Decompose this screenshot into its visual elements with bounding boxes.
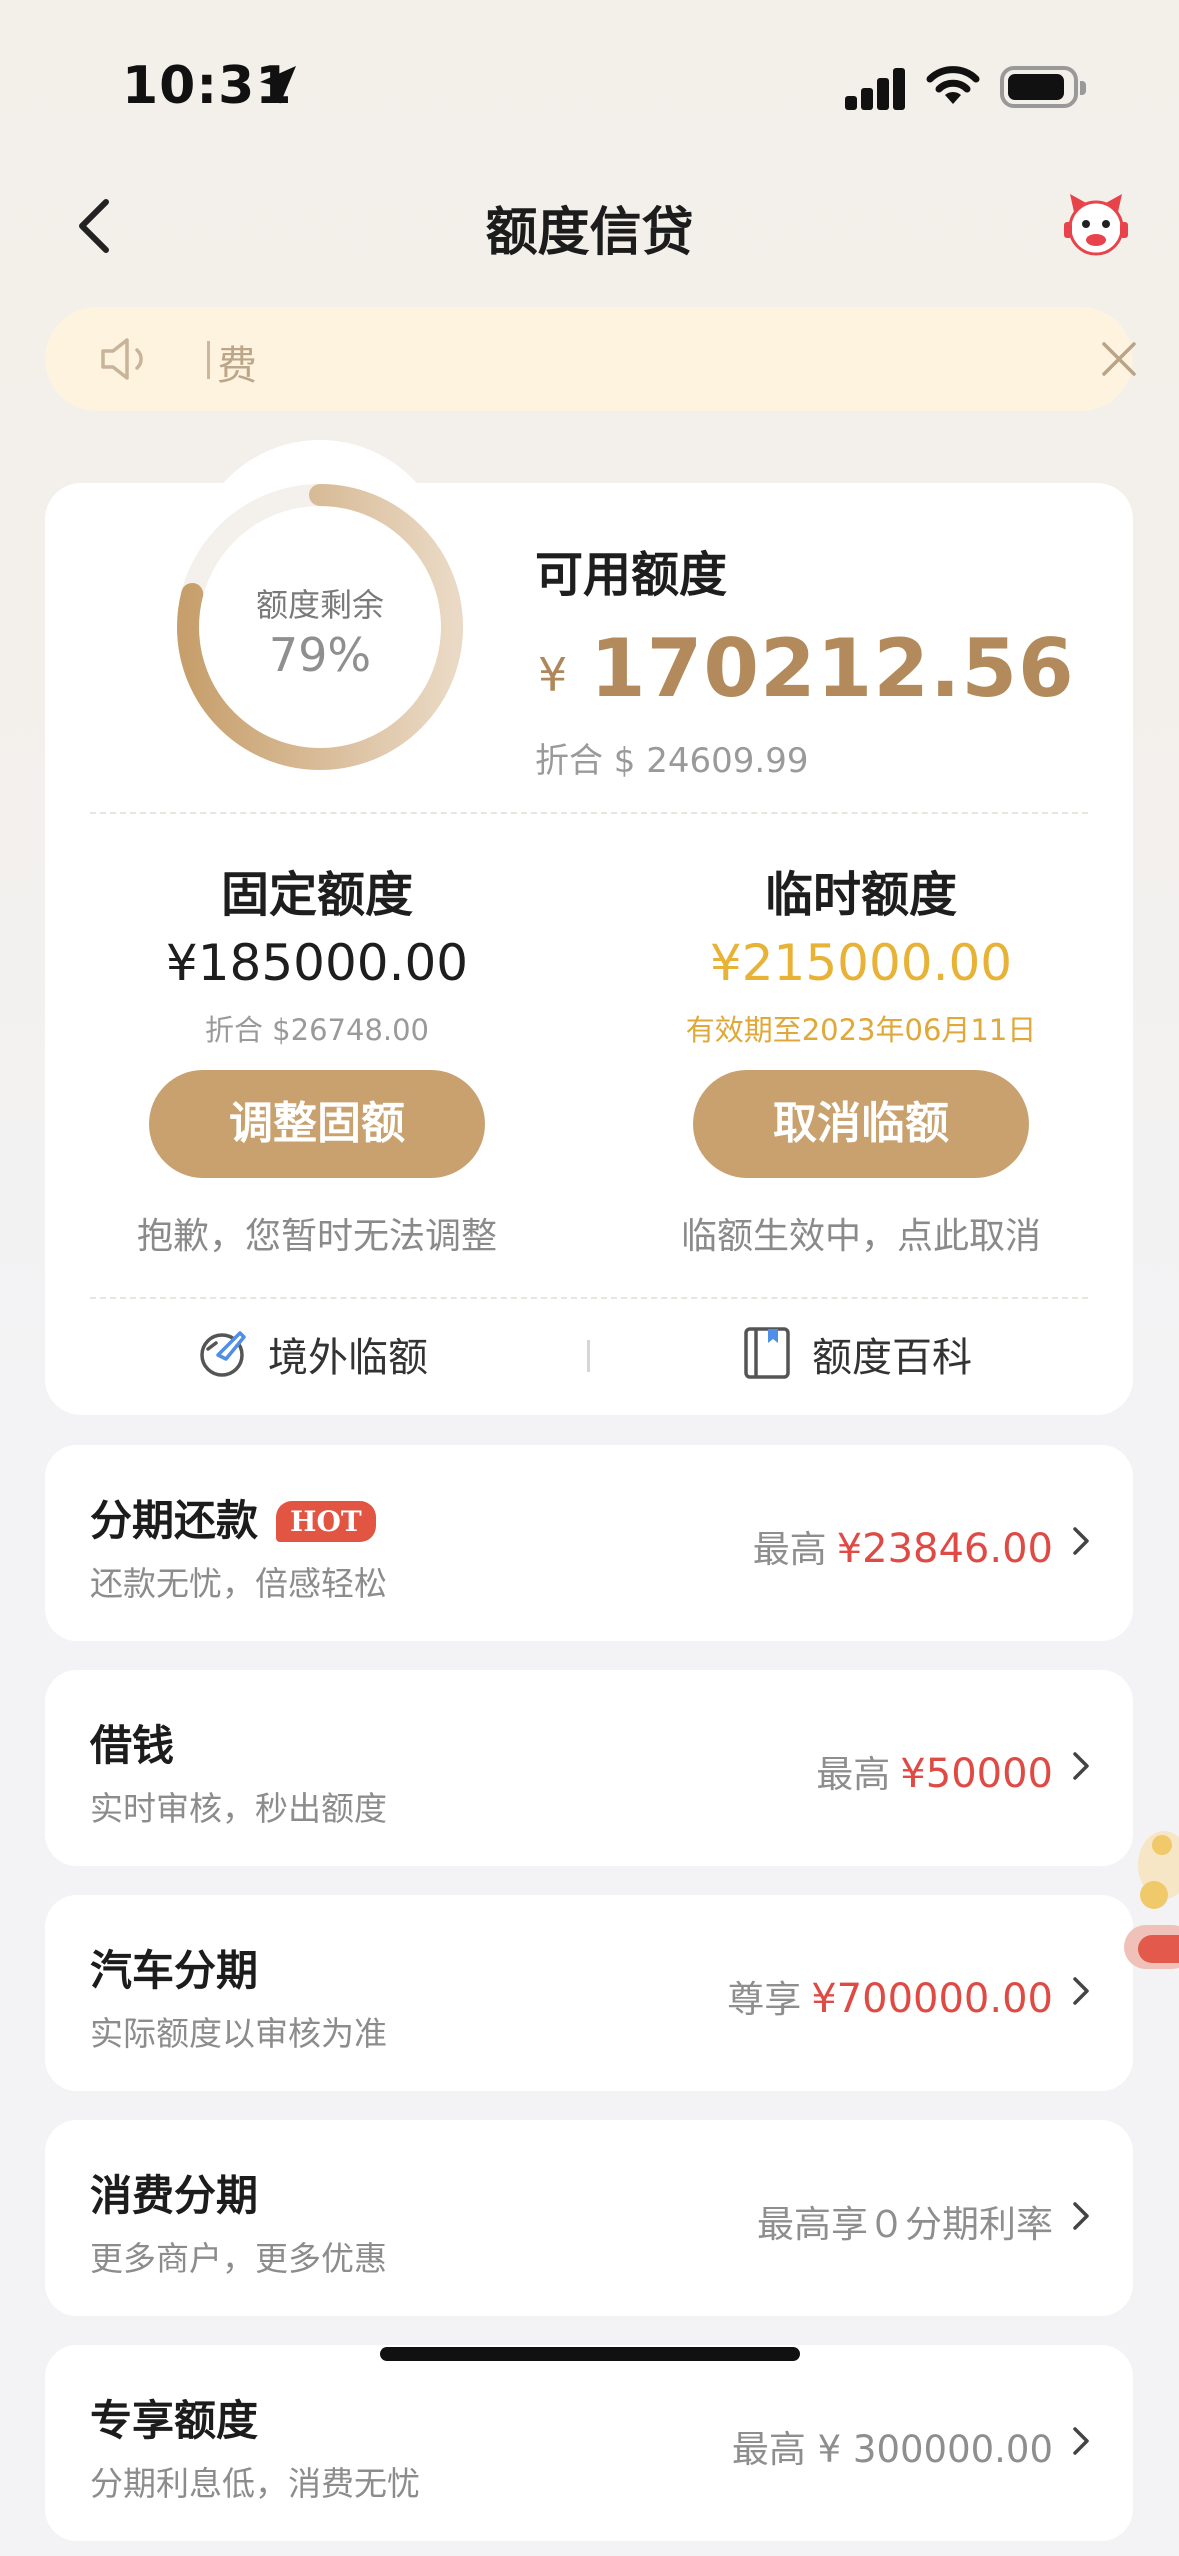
row-prefix: 最高: [752, 1528, 827, 1571]
temp-credit-amount: ¥215000.00: [709, 934, 1013, 992]
row-title: 专享额度: [90, 2396, 259, 2445]
available-converted: 折合 $ 24609.99: [535, 741, 809, 781]
overseas-temp-credit-link[interactable]: 境外临额: [268, 1325, 428, 1383]
floating-promo-icon[interactable]: [1124, 1805, 1179, 1985]
fixed-credit-title: 固定额度: [220, 867, 413, 923]
list-item-car-installment[interactable]: 汽车分期 实际额度以审核为准 尊享 ¥700000.00: [45, 1895, 1133, 2091]
home-indicator: [380, 2347, 800, 2361]
temp-credit-valid-until: 有效期至2023年06月11日: [685, 1013, 1037, 1047]
battery-icon: [1000, 66, 1086, 108]
temp-credit-title: 临时额度: [764, 867, 957, 923]
fixed-credit-converted: 折合 $26748.00: [204, 1013, 430, 1047]
fixed-credit-note: 抱歉，您暂时无法调整: [136, 1216, 497, 1257]
page-title: 额度信贷: [485, 203, 694, 263]
chevron-right-icon: [1073, 1527, 1089, 1555]
location-arrow-icon: [260, 66, 296, 104]
notice-banner[interactable]: 费: [45, 307, 1136, 411]
book-icon: [744, 1327, 790, 1379]
speaker-icon: [101, 338, 143, 380]
row-amount: ¥23846.00: [836, 1526, 1053, 1572]
close-icon[interactable]: [1100, 340, 1138, 378]
row-subtitle: 更多商户，更多优惠: [90, 2239, 387, 2278]
chevron-right-icon: [1073, 2427, 1089, 2455]
list-item-installment-repay[interactable]: 分期还款 HOT 还款无忧，倍感轻松 最高 ¥23846.00: [45, 1445, 1133, 1641]
row-subtitle: 实时审核，秒出额度: [90, 1789, 387, 1828]
ring-percent: 79%: [268, 628, 372, 682]
chevron-right-icon: [1073, 1752, 1089, 1780]
row-subtitle: 分期利息低，消费无忧: [90, 2464, 420, 2503]
fixed-credit-amount: ¥185000.00: [165, 934, 469, 992]
available-credit-amount: 170212.56: [590, 622, 1075, 715]
row-value: 最高 ¥50000: [816, 1744, 1053, 1798]
row-subtitle: 实际额度以审核为准: [90, 2014, 387, 2053]
wifi-icon: [926, 66, 980, 104]
row-amount: ¥700000.00: [811, 1976, 1053, 2022]
notice-text: 费: [217, 343, 257, 389]
link-divider: [587, 1340, 590, 1372]
row-prefix: 尊享: [727, 1978, 802, 2021]
credit-wiki-link[interactable]: 额度百科: [812, 1325, 972, 1383]
row-subtitle: 还款无忧，倍感轻松: [90, 1564, 387, 1603]
list-item-consumer-installment[interactable]: 消费分期 更多商户，更多优惠 最高享０分期利率: [45, 2120, 1133, 2316]
divider: [90, 812, 1088, 814]
row-value: 最高 ¥ 300000.00: [731, 2428, 1053, 2471]
cancel-temp-button[interactable]: 取消临额: [693, 1070, 1029, 1178]
available-credit-title: 可用额度: [535, 547, 728, 603]
divider: [90, 1297, 1088, 1299]
plane-globe-icon: [200, 1331, 246, 1377]
row-value: 最高 ¥23846.00: [753, 1519, 1053, 1573]
chevron-right-icon: [1073, 1977, 1089, 2005]
marquee-cursor: [207, 341, 210, 379]
row-title: 消费分期: [90, 2171, 259, 2220]
ring-label: 额度剩余: [255, 586, 384, 624]
chevron-right-icon: [1073, 2202, 1089, 2230]
row-amount: ¥50000: [900, 1751, 1053, 1797]
hot-badge: HOT: [276, 1501, 376, 1542]
row-value: 最高享０分期利率: [757, 2203, 1053, 2246]
row-title: 汽车分期: [90, 1946, 259, 1995]
cancel-temp-link[interactable]: 临额生效中，点此取消: [589, 1207, 1133, 1259]
row-prefix: 最高: [816, 1753, 891, 1796]
cellular-signal-icon: [845, 66, 907, 110]
remaining-credit-ring: [177, 484, 463, 770]
row-title: 借钱: [90, 1721, 175, 1770]
row-value: 尊享 ¥700000.00: [727, 1969, 1053, 2023]
list-item-borrow[interactable]: 借钱 实时审核，秒出额度 最高 ¥50000: [45, 1670, 1133, 1866]
row-title: 分期还款: [90, 1496, 259, 1545]
list-item-exclusive-credit[interactable]: 专享额度 分期利息低，消费无忧 最高 ¥ 300000.00: [45, 2345, 1133, 2541]
adjust-fixed-button[interactable]: 调整固额: [149, 1070, 485, 1178]
mascot-service-icon[interactable]: [1060, 190, 1132, 262]
currency-symbol: ¥: [538, 648, 568, 702]
